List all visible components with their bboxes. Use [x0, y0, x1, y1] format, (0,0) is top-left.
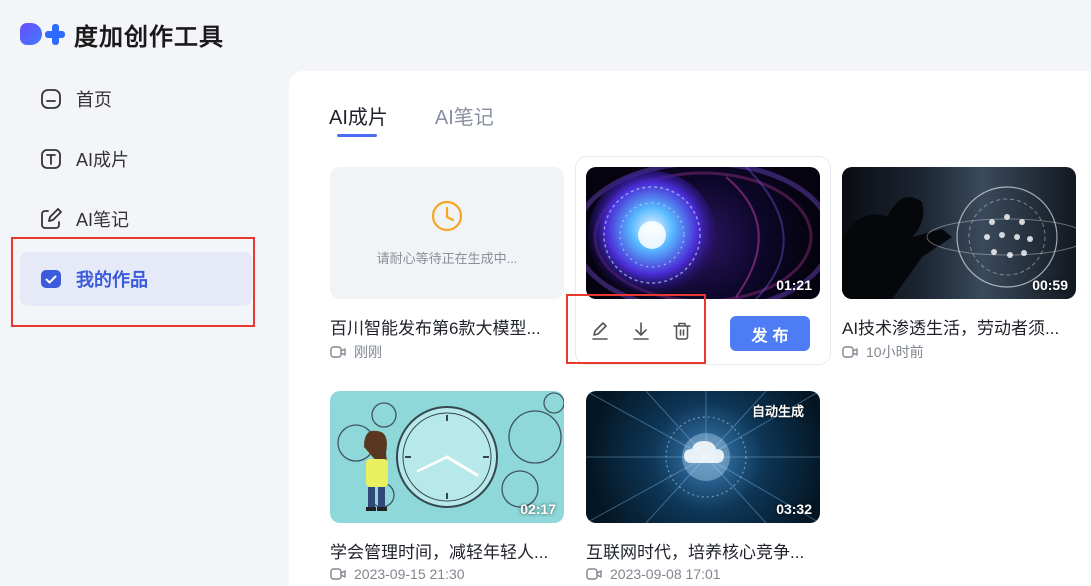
text-t-icon — [40, 148, 62, 170]
card-title[interactable]: AI技术渗透生活，劳动者须... — [842, 314, 1076, 339]
video-icon — [330, 567, 346, 581]
card-time: 2023-09-15 21:30 — [354, 566, 465, 582]
card-meta: 刚刚 — [330, 342, 382, 362]
sidebar-item-label: AI成片 — [76, 150, 130, 170]
tab-ai-video[interactable]: AI成片 — [329, 101, 388, 137]
duration-label: 03:32 — [776, 501, 812, 517]
video-card[interactable]: 01:21 — [586, 167, 820, 299]
edit-icon[interactable] — [590, 318, 610, 344]
video-thumbnail[interactable]: 01:21 — [586, 167, 820, 299]
tab-ai-notes[interactable]: AI笔记 — [435, 101, 494, 130]
card-title[interactable]: 互联网时代，培养核心竞争... — [586, 538, 820, 563]
sidebar-item-ai-video[interactable]: AI成片 — [20, 132, 252, 186]
home-icon — [40, 88, 62, 110]
sidebar-item-label: 首页 — [76, 90, 112, 110]
sidebar-item-home[interactable]: 首页 — [20, 72, 252, 126]
duration-label: 02:17 — [520, 501, 556, 517]
video-thumbnail[interactable]: 自动生成 03:32 — [586, 391, 820, 523]
logo-icon — [20, 20, 68, 48]
card-meta: 10小时前 — [842, 342, 924, 362]
video-thumbnail[interactable]: 02:17 — [330, 391, 564, 523]
video-card[interactable]: 02:17 学会管理时间，减轻年轻人... 2023-09-15 21:30 — [330, 391, 564, 582]
app-logo[interactable]: 度加创作工具 — [20, 19, 224, 51]
app-title: 度加创作工具 — [74, 23, 224, 51]
video-icon — [842, 345, 858, 359]
duration-label: 01:21 — [776, 277, 812, 293]
card-time: 刚刚 — [354, 344, 382, 360]
delete-icon[interactable] — [672, 318, 692, 344]
auto-generated-badge: 自动生成 — [751, 404, 804, 419]
card-title[interactable]: 学会管理时间，减轻年轻人... — [330, 538, 564, 563]
sidebar-item-my-works[interactable]: 我的作品 — [20, 252, 252, 306]
card-time: 10小时前 — [866, 344, 924, 360]
card-time: 2023-09-08 17:01 — [610, 566, 721, 582]
pending-message: 请耐心等待正在生成中... — [376, 251, 518, 266]
card-meta: 2023-09-08 17:01 — [586, 566, 721, 582]
sidebar-item-ai-notes[interactable]: AI笔记 — [20, 192, 252, 246]
sidebar-item-label: AI笔记 — [76, 210, 130, 230]
download-icon[interactable] — [631, 318, 651, 344]
video-card[interactable]: 自动生成 03:32 互联网时代，培养核心竞争... 2023-09-08 17… — [586, 391, 820, 582]
video-icon — [330, 345, 346, 359]
tab-bar: AI成片 AI笔记 — [329, 101, 494, 137]
clock-icon — [430, 199, 464, 238]
folder-check-icon — [40, 268, 62, 290]
publish-button[interactable]: 发布 — [730, 316, 810, 351]
video-thumbnail[interactable]: 00:59 — [842, 167, 1076, 299]
pen-icon — [40, 208, 62, 230]
card-title[interactable]: 百川智能发布第6款大模型... — [330, 314, 564, 339]
sidebar-item-label: 我的作品 — [76, 270, 148, 290]
video-card[interactable]: 00:59 AI技术渗透生活，劳动者须... 10小时前 — [842, 167, 1076, 360]
card-meta: 2023-09-15 21:30 — [330, 566, 465, 582]
pending-placeholder: 请耐心等待正在生成中... — [330, 167, 564, 299]
card-actions — [590, 318, 692, 344]
video-icon — [586, 567, 602, 581]
duration-label: 00:59 — [1032, 277, 1068, 293]
